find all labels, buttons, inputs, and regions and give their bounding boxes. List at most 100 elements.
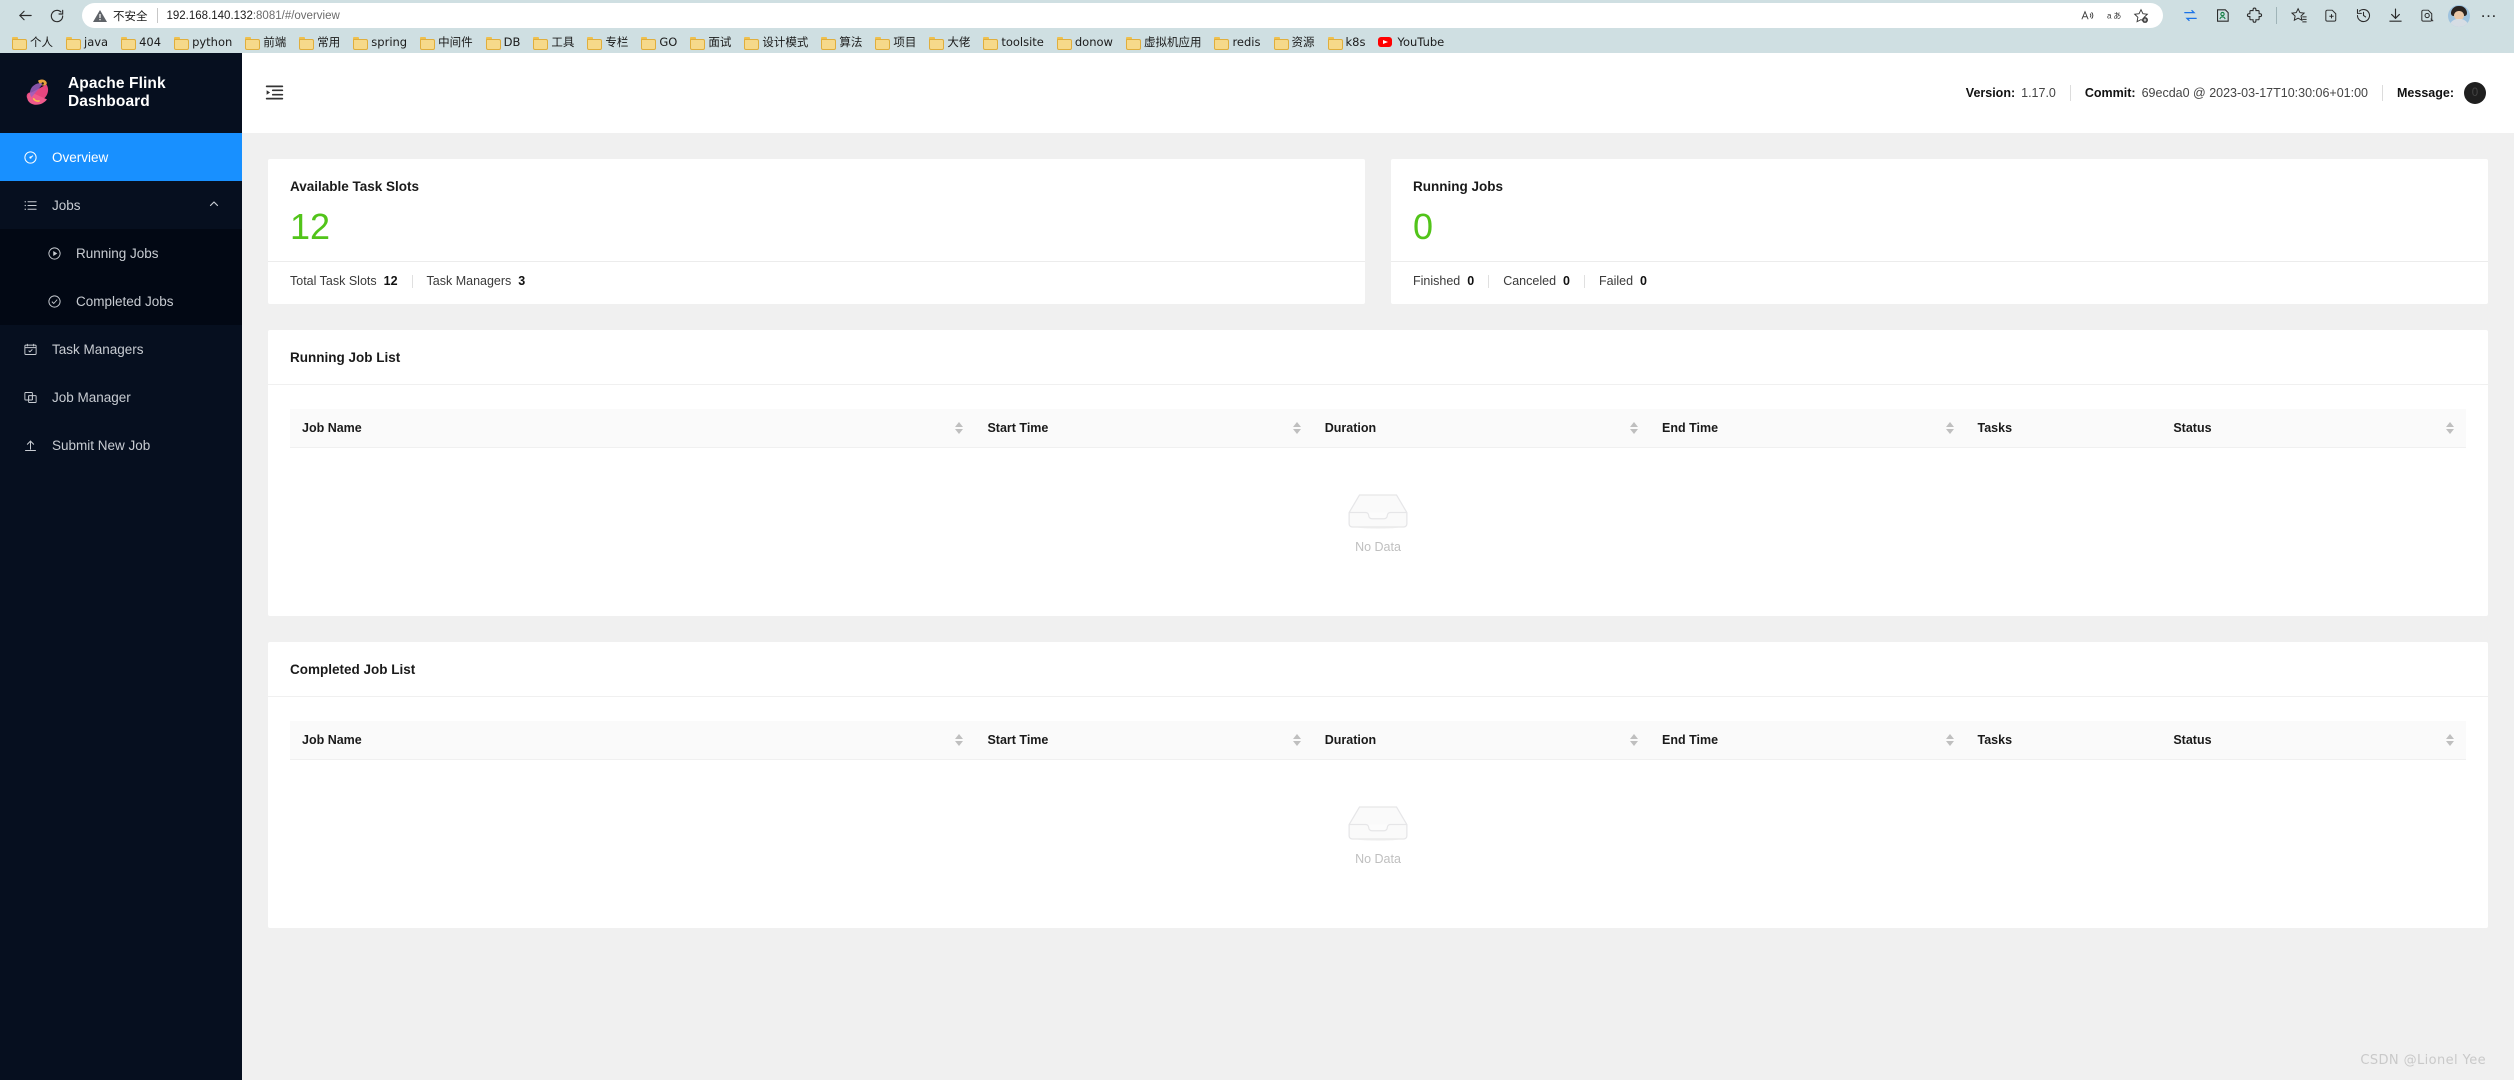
bookmark-item[interactable]: 设计模式: [738, 32, 814, 52]
message-info[interactable]: Message: 0: [2383, 82, 2500, 104]
sort-icon[interactable]: [955, 734, 964, 747]
stat-value: 0: [1640, 274, 1647, 289]
column-header-end-time[interactable]: End Time: [1649, 409, 1966, 449]
bookmark-item[interactable]: 中间件: [414, 32, 479, 52]
split-screen-icon[interactable]: [2175, 3, 2205, 29]
sidebar-item-jobs[interactable]: Jobs: [0, 181, 242, 229]
folder-icon: [245, 36, 261, 50]
sidebar-item-completed-jobs[interactable]: Completed Jobs: [0, 277, 242, 325]
profile-avatar[interactable]: [2448, 4, 2470, 27]
sidebar-item-task-managers[interactable]: Task Managers: [0, 325, 242, 373]
bookmark-item[interactable]: 面试: [684, 32, 737, 52]
bookmarks-bar: 个人 java 404 python 前端 常用 spring 中间件 DB 工…: [0, 31, 2514, 53]
empty-state: No Data: [290, 448, 2466, 594]
dashboard-icon: [22, 149, 38, 165]
commit-info: Commit: 69ecda0 @ 2023-03-17T10:30:06+01…: [2071, 86, 2382, 100]
bookmark-item[interactable]: 大佬: [923, 32, 976, 52]
browser-more-icon[interactable]: …: [2476, 2, 2504, 29]
bookmark-item[interactable]: GO: [635, 33, 683, 51]
translate-icon[interactable]: aあ: [2102, 5, 2126, 27]
extensions-icon[interactable]: [2239, 3, 2269, 29]
bookmark-item[interactable]: 个人: [6, 32, 59, 52]
bookmark-item[interactable]: 算法: [815, 32, 868, 52]
bookmark-item[interactable]: k8s: [1322, 33, 1372, 51]
copilot-icon[interactable]: [2207, 3, 2237, 29]
sidebar-item-label: Job Manager: [52, 389, 131, 405]
sort-icon[interactable]: [955, 422, 964, 435]
column-header-status[interactable]: Status: [2161, 721, 2466, 761]
stat-value: 0: [1563, 274, 1570, 289]
sort-icon[interactable]: [1629, 422, 1638, 435]
folder-icon: [821, 36, 837, 50]
folder-icon: [485, 36, 501, 50]
folder-icon: [744, 36, 760, 50]
column-header-duration[interactable]: Duration: [1312, 409, 1650, 449]
commit-value: 69ecda0 @ 2023-03-17T10:30:06+01:00: [2141, 86, 2369, 100]
sort-icon[interactable]: [2446, 734, 2454, 747]
sort-icon[interactable]: [1292, 734, 1301, 747]
browser-toolbar-icons: …: [2171, 2, 2504, 29]
bookmark-item[interactable]: donow: [1051, 33, 1119, 51]
running-job-list-panel: Running Job List Job Name Start Time Dur…: [268, 330, 2488, 617]
column-header-start-time[interactable]: Start Time: [975, 409, 1313, 449]
browser-essentials-icon[interactable]: [2316, 3, 2346, 29]
read-aloud-icon[interactable]: [2075, 5, 2099, 27]
card-title: Available Task Slots: [290, 179, 420, 194]
downloads-icon[interactable]: [2380, 3, 2410, 29]
bookmark-item[interactable]: java: [60, 33, 114, 51]
sidebar-item-running-jobs[interactable]: Running Jobs: [0, 229, 242, 277]
bookmark-item[interactable]: 404: [115, 33, 167, 51]
sort-icon[interactable]: [2446, 422, 2454, 435]
bookmark-item[interactable]: 专栏: [581, 32, 634, 52]
column-header-start-time[interactable]: Start Time: [975, 721, 1313, 761]
running-jobs-table: Job Name Start Time Duration End Time Ta…: [290, 409, 2466, 594]
table-empty-row: No Data: [290, 448, 2466, 595]
bookmark-item[interactable]: 常用: [293, 32, 346, 52]
menu-fold-icon[interactable]: [264, 82, 286, 104]
column-header-job-name[interactable]: Job Name: [290, 721, 976, 761]
sidebar-item-overview[interactable]: Overview: [0, 133, 242, 181]
bookmark-item[interactable]: redis: [1208, 33, 1266, 51]
completed-jobs-table: Job Name Start Time Duration End Time Ta…: [290, 721, 2466, 906]
bookmark-item[interactable]: python: [168, 33, 238, 51]
empty-state: No Data: [290, 760, 2466, 906]
task-managers-stat: Task Managers 3: [427, 274, 526, 288]
history-icon[interactable]: [2348, 3, 2378, 29]
play-circle-icon: [46, 245, 62, 261]
sort-icon[interactable]: [1292, 422, 1301, 435]
bookmark-item[interactable]: toolsite: [977, 33, 1050, 51]
folder-icon: [420, 36, 436, 50]
reload-icon[interactable]: [42, 3, 72, 29]
bookmark-item[interactable]: 项目: [869, 32, 922, 52]
bookmark-item[interactable]: DB: [480, 33, 527, 51]
sort-icon[interactable]: [1945, 734, 1954, 747]
sort-icon[interactable]: [1629, 734, 1638, 747]
brand-title: Apache Flink Dashboard: [68, 75, 166, 110]
screenshot-icon[interactable]: [2412, 3, 2442, 29]
sort-icon[interactable]: [1945, 422, 1954, 435]
address-bar[interactable]: 不安全 192.168.140.132:8081/#/overview aあ: [82, 3, 2163, 28]
bookmark-item[interactable]: spring: [347, 33, 413, 51]
add-favorite-icon[interactable]: [2129, 5, 2153, 27]
omnibox-divider: [156, 8, 158, 23]
back-arrow-icon[interactable]: [10, 3, 40, 29]
sidebar-item-job-manager[interactable]: Job Manager: [0, 373, 242, 421]
folder-icon: [121, 36, 137, 50]
bookmark-item[interactable]: 虚拟机应用: [1120, 32, 1208, 52]
sidebar-item-label: Task Managers: [52, 341, 144, 357]
bookmark-item[interactable]: 前端: [239, 32, 292, 52]
column-header-job-name[interactable]: Job Name: [290, 409, 976, 449]
panel-title: Running Job List: [268, 330, 2488, 386]
sidebar-item-submit-new-job[interactable]: Submit New Job: [0, 421, 242, 469]
bookmark-item[interactable]: 资源: [1268, 32, 1321, 52]
column-header-status[interactable]: Status: [2161, 409, 2466, 449]
collections-icon[interactable]: [2284, 3, 2314, 29]
bookmark-item[interactable]: YouTube: [1372, 33, 1450, 51]
chevron-up-icon[interactable]: [208, 198, 220, 213]
column-header-end-time[interactable]: End Time: [1649, 721, 1966, 761]
bookmark-item[interactable]: 工具: [527, 32, 580, 52]
version-value: 1.17.0: [2021, 86, 2056, 100]
folder-icon: [299, 36, 315, 50]
commit-label: Commit:: [2084, 86, 2136, 100]
column-header-duration[interactable]: Duration: [1312, 721, 1650, 761]
